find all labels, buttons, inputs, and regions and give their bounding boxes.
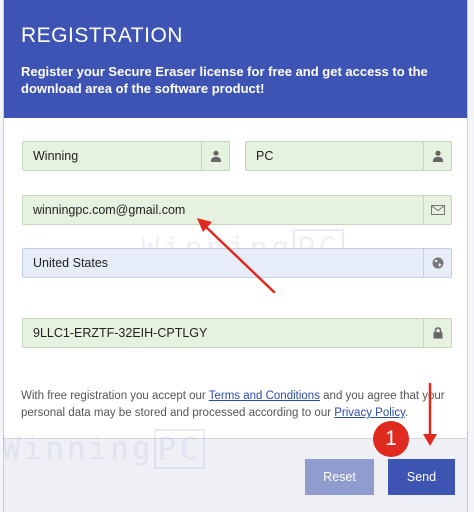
user-icon — [201, 142, 229, 170]
reset-button[interactable]: Reset — [305, 459, 374, 495]
last-name-field[interactable]: PC — [245, 141, 452, 171]
first-name-field[interactable]: Winning — [22, 141, 230, 171]
globe-icon — [423, 249, 451, 277]
first-name-value: Winning — [33, 149, 79, 163]
send-button[interactable]: Send — [388, 459, 455, 495]
page-background: REGISTRATION Register your Secure Eraser… — [0, 0, 474, 512]
lock-icon — [423, 319, 451, 347]
email-value: winningpc.com@gmail.com — [33, 203, 186, 217]
envelope-icon — [423, 196, 451, 224]
user-icon — [423, 142, 451, 170]
page-title: REGISTRATION — [21, 24, 183, 47]
step-badge: 1 — [373, 421, 409, 457]
registration-header: REGISTRATION Register your Secure Eraser… — [4, 0, 467, 118]
privacy-policy-link[interactable]: Privacy Policy — [334, 407, 405, 419]
license-key-field[interactable]: 9LLC1-ERZTF-32EIH-CPTLGY — [22, 318, 452, 348]
email-field[interactable]: winningpc.com@gmail.com — [22, 195, 452, 225]
terms-notice: With free registration you accept our Te… — [21, 388, 457, 422]
country-value: United States — [33, 256, 109, 270]
last-name-value: PC — [256, 149, 274, 163]
terms-text: . — [404, 407, 409, 419]
terms-text: With free registration you accept our — [21, 390, 209, 402]
header-description: Register your Secure Eraser license for … — [21, 64, 428, 96]
terms-and-conditions-link[interactable]: Terms and Conditions — [209, 390, 320, 402]
country-select[interactable]: United States — [22, 248, 452, 278]
license-key-value: 9LLC1-ERZTF-32EIH-CPTLGY — [33, 326, 208, 340]
